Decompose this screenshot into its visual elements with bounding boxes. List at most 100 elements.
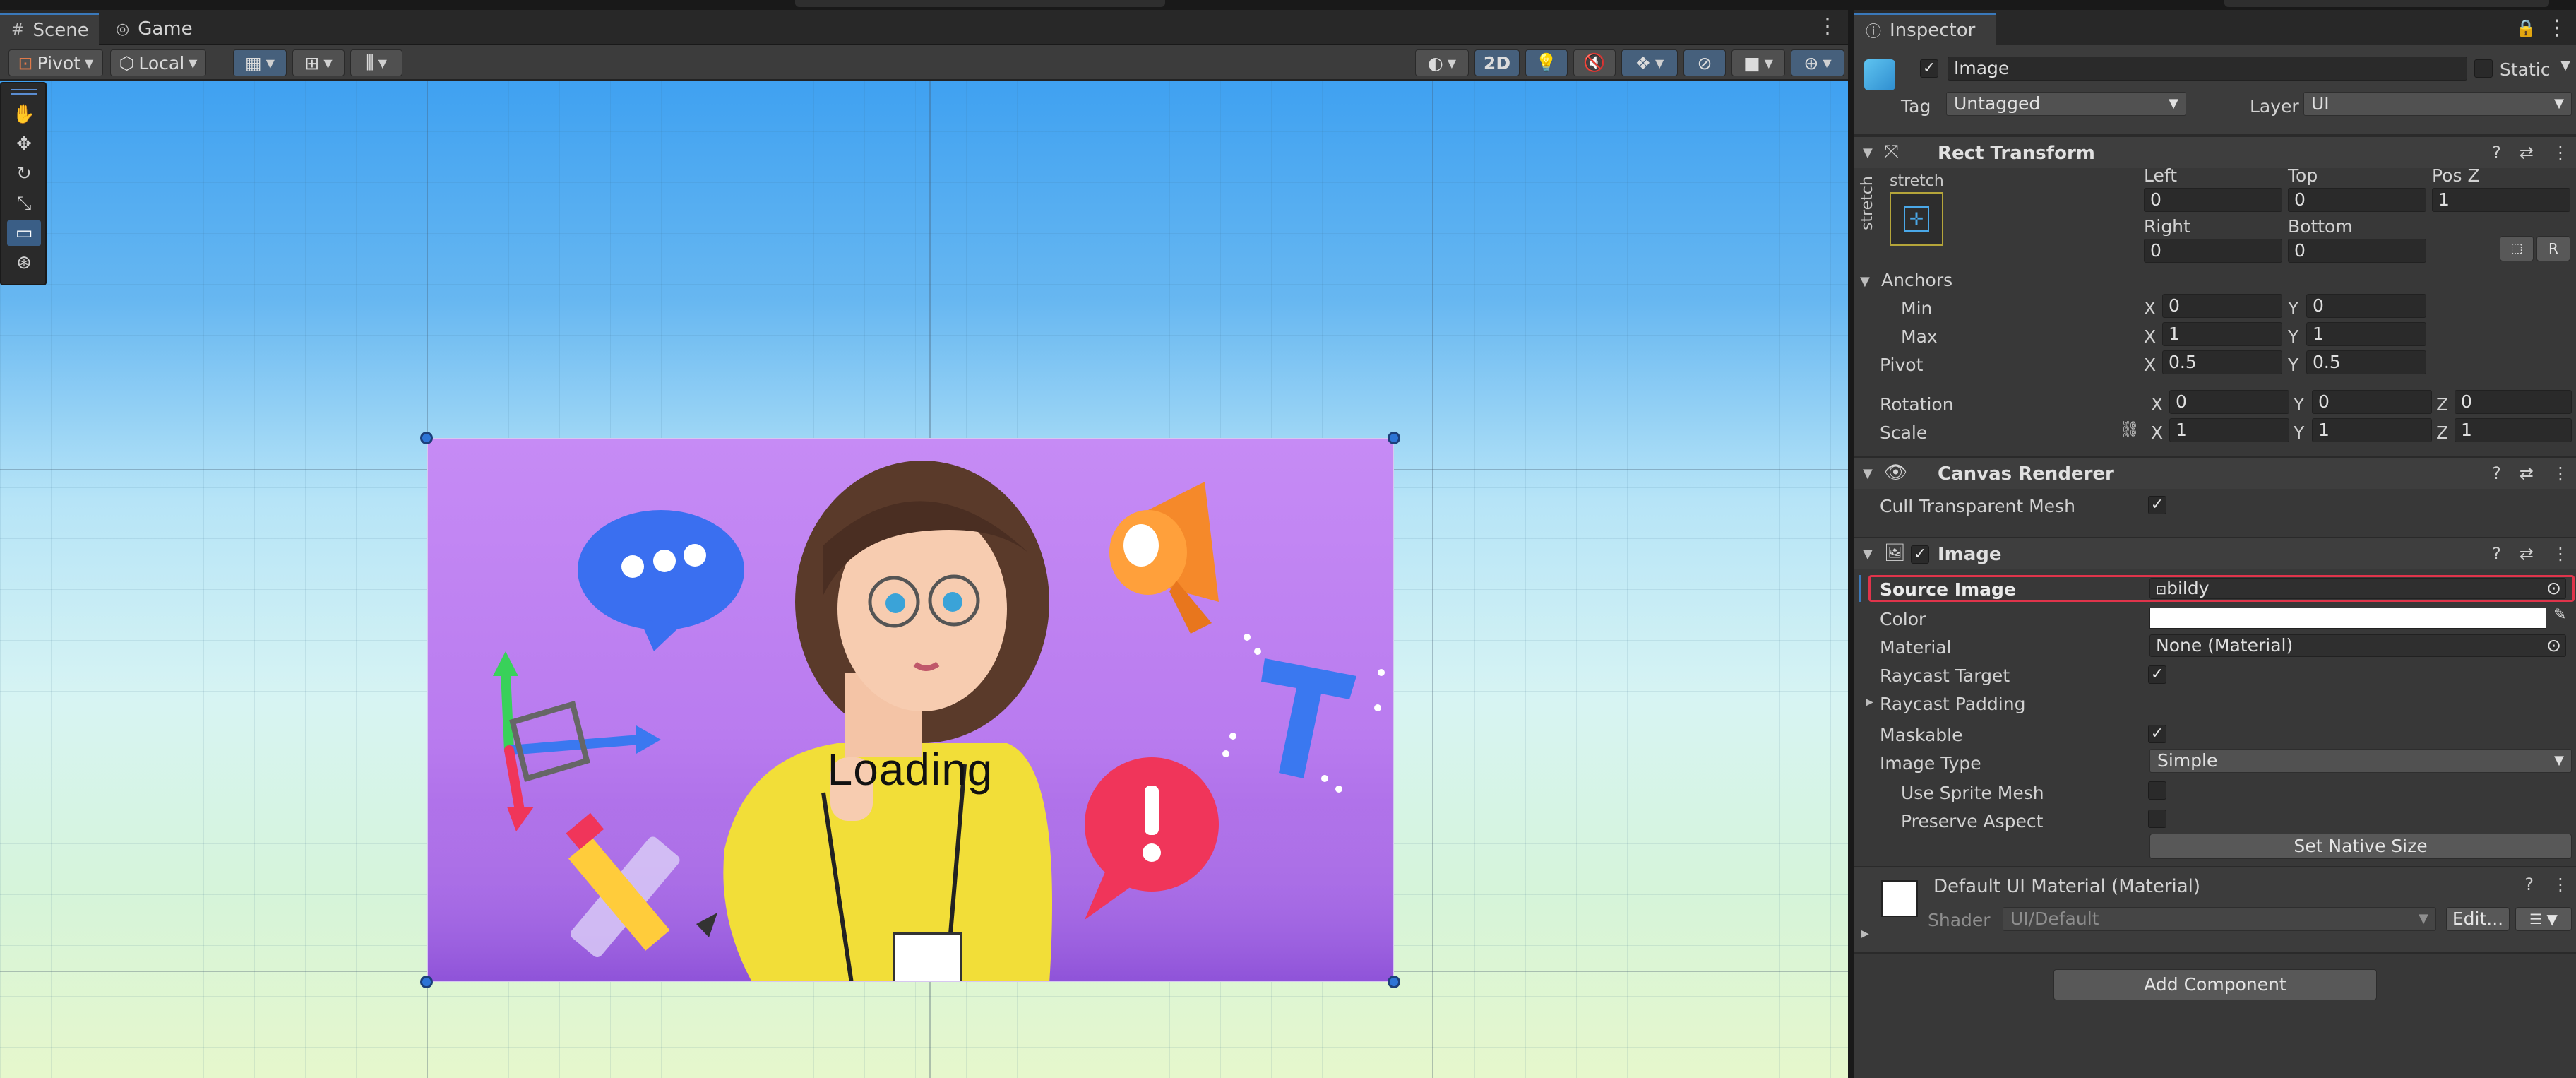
shader-dropdown[interactable]: UI/Default ▼ (2003, 907, 2436, 931)
pivot-y-field[interactable]: 0.5 (2306, 350, 2426, 374)
top-field[interactable]: 0 (2288, 188, 2426, 212)
rect-handle-top-right[interactable] (1388, 432, 1400, 444)
object-picker-icon[interactable]: ⊙ (2546, 635, 2561, 656)
rect-handle-bottom-right[interactable] (1388, 976, 1400, 988)
object-name-field[interactable]: Image (1948, 57, 2467, 81)
kebab-menu-icon[interactable]: ⋮ (2552, 463, 2569, 483)
tab-scene[interactable]: # Scene (0, 13, 99, 45)
loading-image[interactable]: Loading (427, 438, 1394, 982)
loading-text: Loading (827, 744, 994, 795)
source-image-field[interactable]: ⊡bildy ⊙ (2149, 578, 2566, 599)
hidden-objects-button[interactable]: ⊘ (1683, 49, 1726, 76)
scale-x-field[interactable]: 1 (2169, 418, 2289, 442)
lock-icon[interactable]: 🔒 (2515, 18, 2536, 38)
posz-field[interactable]: 1 (2432, 188, 2570, 212)
chevron-down-icon[interactable]: ▼ (1860, 274, 1870, 289)
audio-button[interactable]: 🔇 (1573, 49, 1616, 76)
tab-game[interactable]: ◎ Game (105, 13, 203, 45)
align-button[interactable]: ⫼ ▼ (350, 49, 402, 76)
rect-handle-bottom-left[interactable] (420, 976, 433, 988)
rotate-tool-icon[interactable]: ↻ (7, 161, 41, 186)
raycast-target-checkbox[interactable]: ✓ (2148, 665, 2166, 684)
kebab-menu-icon[interactable]: ⋮ (2546, 16, 2568, 40)
anchor-max-y-field[interactable]: 1 (2306, 322, 2426, 346)
help-icon[interactable]: ? (2492, 143, 2501, 162)
toggle-2d-button[interactable]: 2D (1474, 49, 1520, 76)
anchor-preset-h-label: stretch (1890, 172, 1944, 190)
transform-tool-icon[interactable]: ⊛ (7, 250, 41, 276)
raycast-padding-label[interactable]: Raycast Padding (1880, 694, 2025, 714)
link-scale-icon[interactable]: ⛓ (2120, 421, 2140, 439)
help-icon[interactable]: ? (2492, 463, 2501, 483)
material-field[interactable]: None (Material) ⊙ (2149, 634, 2566, 657)
preset-icon[interactable]: ⇄ (2520, 463, 2534, 483)
scale-y-field[interactable]: 1 (2312, 418, 2432, 442)
maskable-checkbox[interactable]: ✓ (2148, 725, 2166, 743)
rect-handle-top-left[interactable] (420, 432, 433, 444)
help-icon[interactable]: ? (2524, 875, 2534, 894)
color-swatch[interactable] (2149, 608, 2546, 629)
lighting-button[interactable]: 💡 (1525, 49, 1568, 76)
local-dropdown[interactable]: ⬡ Local ▼ (110, 49, 206, 76)
camera-dropdown[interactable]: ■ ▼ (1731, 49, 1785, 76)
eye-slash-icon: ⊘ (1697, 52, 1712, 73)
pivot-dropdown[interactable]: ⊡ Pivot ▼ (8, 49, 103, 76)
camera-icon: ■ (1743, 52, 1760, 73)
canvas-renderer-header[interactable]: ▼ 👁 Canvas Renderer ? ⇄ ⋮ (1854, 456, 2576, 489)
static-checkbox[interactable] (2474, 59, 2493, 78)
chevron-down-icon[interactable]: ▼ (2560, 58, 2570, 73)
raw-edit-button[interactable]: R (2536, 236, 2570, 261)
object-picker-icon[interactable]: ⊙ (2546, 579, 2561, 598)
preset-icon[interactable]: ⇄ (2520, 143, 2534, 162)
grid-snap-button[interactable]: ▦ ▼ (233, 49, 287, 76)
cull-transparent-checkbox[interactable]: ✓ (2148, 496, 2166, 514)
active-checkbox[interactable]: ✓ (1920, 59, 1938, 78)
chevron-right-icon[interactable]: ▶ (1866, 697, 1873, 708)
preserve-aspect-checkbox[interactable] (2148, 810, 2166, 828)
pivot-x-field[interactable]: 0.5 (2162, 350, 2282, 374)
anchor-min-x-field[interactable]: 0 (2162, 294, 2282, 318)
rect-tool-icon[interactable]: ▭ (7, 220, 41, 246)
tag-dropdown[interactable]: Untagged ▼ (1946, 92, 2186, 116)
set-native-size-button[interactable]: Set Native Size (2149, 834, 2572, 859)
scene-viewport[interactable]: ✋ ✥ ↻ ⤡ ▭ ⊛ Loading (0, 81, 1848, 1078)
scale-tool-icon[interactable]: ⤡ (7, 191, 41, 216)
shader-menu-button[interactable]: ☰ ▼ (2515, 907, 2572, 931)
rotation-z-field[interactable]: 0 (2455, 390, 2572, 414)
image-type-dropdown[interactable]: Simple ▼ (2149, 749, 2572, 773)
anchor-min-y-field[interactable]: 0 (2306, 294, 2426, 318)
rect-transform-header[interactable]: ▼ ⤧ Rect Transform ? ⇄ ⋮ (1854, 136, 2576, 168)
help-icon[interactable]: ? (2492, 544, 2501, 564)
chevron-down-icon: ▼ (1764, 56, 1773, 70)
chevron-right-icon[interactable]: ▶ (1861, 928, 1869, 940)
scale-z-field[interactable]: 1 (2455, 418, 2572, 442)
increment-snap-button[interactable]: ⊞ ▼ (292, 49, 345, 76)
kebab-menu-icon[interactable]: ⋮ (2552, 143, 2569, 162)
drag-handle[interactable] (11, 89, 37, 95)
effects-dropdown[interactable]: ❖ ▼ (1621, 49, 1678, 76)
draw-mode-dropdown[interactable]: ◐ ▼ (1415, 49, 1469, 76)
eyedropper-icon[interactable]: ✎ (2553, 606, 2566, 624)
use-sprite-mesh-checkbox[interactable] (2148, 781, 2166, 800)
image-enabled-checkbox[interactable]: ✓ (1911, 545, 1929, 564)
edit-shader-button[interactable]: Edit... (2446, 907, 2510, 931)
left-field[interactable]: 0 (2144, 188, 2282, 212)
add-component-button[interactable]: Add Component (2053, 969, 2377, 1000)
layer-dropdown[interactable]: UI ▼ (2303, 92, 2572, 116)
anchor-preset-button[interactable]: ✛ (1890, 192, 1943, 246)
preset-icon[interactable]: ⇄ (2520, 544, 2534, 564)
anchor-max-x-field[interactable]: 1 (2162, 322, 2282, 346)
hand-tool-icon[interactable]: ✋ (7, 102, 41, 127)
blueprint-mode-button[interactable]: ⬚ (2500, 236, 2534, 261)
kebab-menu-icon[interactable]: ⋮ (1817, 16, 1838, 37)
bottom-field[interactable]: 0 (2288, 239, 2426, 263)
tab-inspector[interactable]: ⓘ Inspector (1854, 13, 1996, 45)
rotation-y-field[interactable]: 0 (2312, 390, 2432, 414)
gizmos-dropdown[interactable]: ⊕ ▼ (1791, 49, 1844, 76)
kebab-menu-icon[interactable]: ⋮ (2552, 875, 2569, 894)
rotation-x-field[interactable]: 0 (2169, 390, 2289, 414)
move-tool-icon[interactable]: ✥ (7, 131, 41, 157)
image-component-header[interactable]: ▼ 🖼 ✓ Image ? ⇄ ⋮ (1854, 537, 2576, 569)
kebab-menu-icon[interactable]: ⋮ (2552, 544, 2569, 564)
right-field[interactable]: 0 (2144, 239, 2282, 263)
